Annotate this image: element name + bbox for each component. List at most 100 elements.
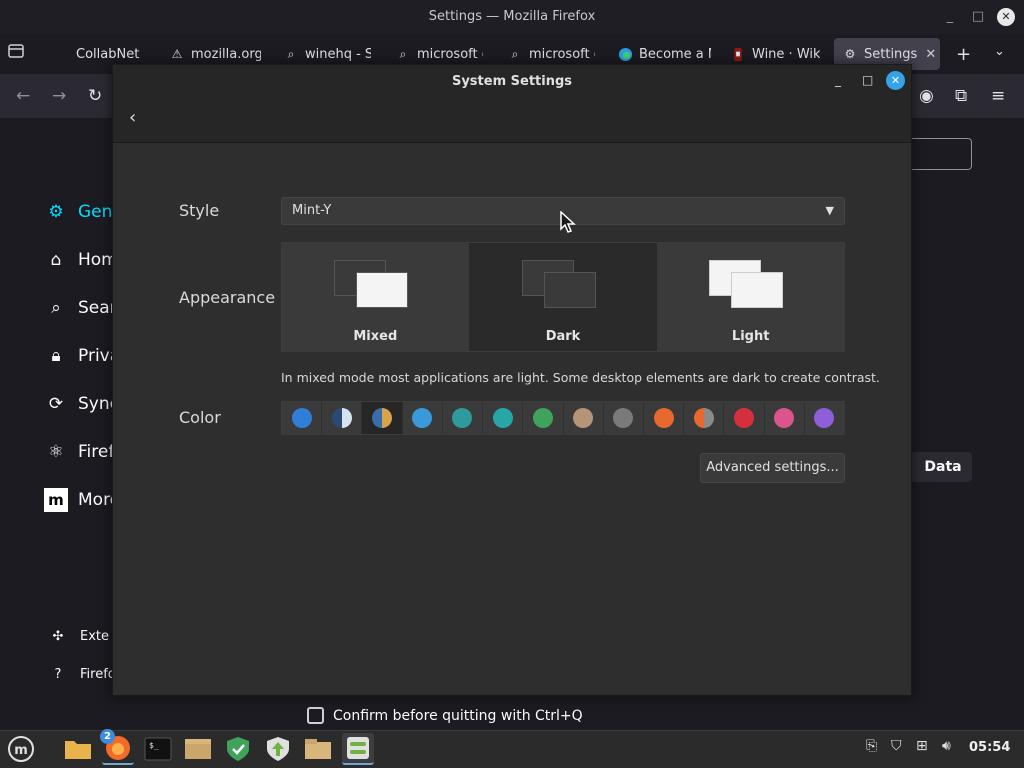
- clipboard-indicator-icon[interactable]: ⎘: [866, 738, 877, 754]
- blank-page-icon: [54, 46, 70, 62]
- pref-nav-search[interactable]: ⌕ Sear: [44, 296, 117, 320]
- color-swatch-option[interactable]: [403, 402, 443, 434]
- lock-icon: 🔒︎: [51, 346, 61, 366]
- light-preview-icon: [709, 260, 784, 308]
- gear-icon: ⚙: [844, 47, 856, 61]
- pref-nav-label: Firefo: [80, 666, 116, 682]
- confirm-quit-checkbox[interactable]: [307, 707, 324, 724]
- shield-tray-icon[interactable]: ⛉: [891, 738, 902, 754]
- color-swatch: [452, 408, 473, 428]
- pref-nav-support[interactable]: ? Firefo: [46, 662, 116, 686]
- color-swatch: [532, 408, 553, 428]
- volume-icon[interactable]: 🔊︎: [942, 738, 951, 754]
- color-swatch-option[interactable]: [483, 402, 524, 434]
- dialog-title: System Settings: [451, 74, 573, 89]
- extensions-icon[interactable]: ⧉: [955, 86, 967, 106]
- pref-nav-label: Sear: [78, 298, 117, 318]
- menu-icon[interactable]: ≡: [991, 86, 1005, 106]
- color-label: Color: [179, 408, 221, 427]
- tab-label: microsoft e: [529, 46, 595, 62]
- pref-nav-firefox-labs[interactable]: ⚛ Firef: [44, 440, 114, 464]
- help-icon: ?: [54, 666, 62, 682]
- color-swatch: [331, 408, 352, 428]
- appearance-option-label: Dark: [545, 329, 581, 344]
- dialog-maximize-button[interactable]: □: [862, 73, 873, 87]
- appearance-label: Appearance: [179, 288, 276, 307]
- maximize-button[interactable]: □: [969, 8, 987, 26]
- back-arrow-icon[interactable]: ←: [16, 86, 30, 106]
- confirm-quit-row[interactable]: Confirm before quitting with Ctrl+Q: [307, 707, 583, 724]
- find-in-settings-input[interactable]: [908, 138, 972, 170]
- new-tab-button[interactable]: +: [956, 44, 971, 65]
- tab-label: Wine · Wiki: [752, 46, 820, 62]
- window-title: Settings — Mozilla Firefox: [428, 9, 596, 24]
- minimize-button[interactable]: _: [941, 8, 959, 26]
- network-icon[interactable]: ⊞: [916, 738, 928, 754]
- reload-icon[interactable]: ↻: [88, 86, 102, 106]
- appearance-mixed-option[interactable]: Mixed: [282, 243, 470, 351]
- tab-label: microsoft e: [417, 46, 483, 62]
- search-icon: ⌕: [399, 46, 407, 61]
- mint-menu-icon[interactable]: m: [5, 733, 37, 765]
- color-swatch-option[interactable]: [724, 402, 765, 434]
- color-swatch-option[interactable]: [805, 402, 844, 434]
- dark-preview-icon: [521, 260, 596, 308]
- list-all-tabs-icon[interactable]: ⌄: [994, 44, 1005, 59]
- color-swatch: [492, 408, 513, 428]
- color-swatch: [734, 408, 755, 428]
- style-label: Style: [179, 201, 220, 220]
- pref-nav-label: Exte: [80, 628, 110, 644]
- shield-icon[interactable]: [222, 733, 254, 765]
- color-swatch-option[interactable]: [282, 402, 323, 434]
- appearance-option-label: Light: [731, 329, 770, 344]
- color-swatch-option[interactable]: [322, 402, 363, 434]
- clock[interactable]: 05:54: [969, 740, 1010, 755]
- color-swatch-option[interactable]: [684, 402, 725, 434]
- color-swatch-option[interactable]: [564, 402, 604, 434]
- terminal-icon[interactable]: $_: [142, 733, 174, 765]
- close-tab-icon[interactable]: ✕: [925, 47, 936, 62]
- appearance-dark-option[interactable]: Dark: [469, 243, 658, 351]
- svg-text:$_: $_: [149, 741, 159, 750]
- tab-label: winehq - Se: [305, 46, 371, 62]
- advanced-settings-button[interactable]: Advanced settings...: [700, 453, 845, 483]
- style-value: Mint-Y: [292, 203, 332, 218]
- dialog-header: System Settings _ □ ✕ ‹: [113, 65, 911, 143]
- account-icon[interactable]: ◉: [919, 86, 934, 106]
- color-swatch-option[interactable]: [443, 402, 484, 434]
- edge-icon: [617, 46, 633, 62]
- folder-icon[interactable]: [302, 733, 334, 765]
- firefox-view-icon[interactable]: [8, 44, 30, 64]
- dropdown-arrow-icon: ▼: [825, 204, 834, 217]
- appearance-light-option[interactable]: Light: [657, 243, 845, 351]
- folder-icon[interactable]: [62, 733, 94, 765]
- mouse-pointer-icon: [560, 210, 578, 237]
- dialog-minimize-button[interactable]: _: [835, 73, 841, 87]
- color-swatch-option[interactable]: [765, 402, 805, 434]
- color-swatch-option[interactable]: [604, 402, 644, 434]
- confirm-quit-label: Confirm before quitting with Ctrl+Q: [333, 707, 583, 724]
- color-swatch: [573, 408, 594, 428]
- forward-arrow-icon[interactable]: →: [52, 86, 66, 106]
- back-chevron-icon[interactable]: ‹: [129, 107, 136, 128]
- pref-nav-privacy[interactable]: 🔒︎ Priva: [44, 344, 120, 368]
- pref-nav-more[interactable]: m More: [44, 488, 120, 512]
- mozilla-logo-icon: m: [44, 488, 68, 512]
- close-button[interactable]: ✕: [997, 8, 1015, 26]
- color-swatch: [372, 408, 393, 428]
- search-icon: ⌕: [51, 298, 61, 318]
- color-swatch-option[interactable]: [362, 402, 403, 434]
- color-swatch-option[interactable]: [523, 402, 564, 434]
- firefox-titlebar: Settings — Mozilla Firefox _ □ ✕: [0, 0, 1024, 34]
- update-manager-icon[interactable]: [262, 733, 294, 765]
- svg-text:m: m: [14, 743, 28, 758]
- pref-nav-label: Firef: [78, 442, 115, 462]
- archive-box-icon[interactable]: [182, 733, 214, 765]
- dialog-close-button[interactable]: ✕: [886, 71, 905, 90]
- pref-nav-home[interactable]: ⌂ Hom: [44, 248, 118, 272]
- pref-nav-sync[interactable]: ⟳ Sync: [44, 392, 119, 416]
- color-swatch-option[interactable]: [644, 402, 685, 434]
- system-settings-icon[interactable]: [342, 733, 374, 765]
- color-swatch: [613, 408, 634, 428]
- pref-nav-extensions[interactable]: ✣ Exte: [46, 624, 109, 648]
